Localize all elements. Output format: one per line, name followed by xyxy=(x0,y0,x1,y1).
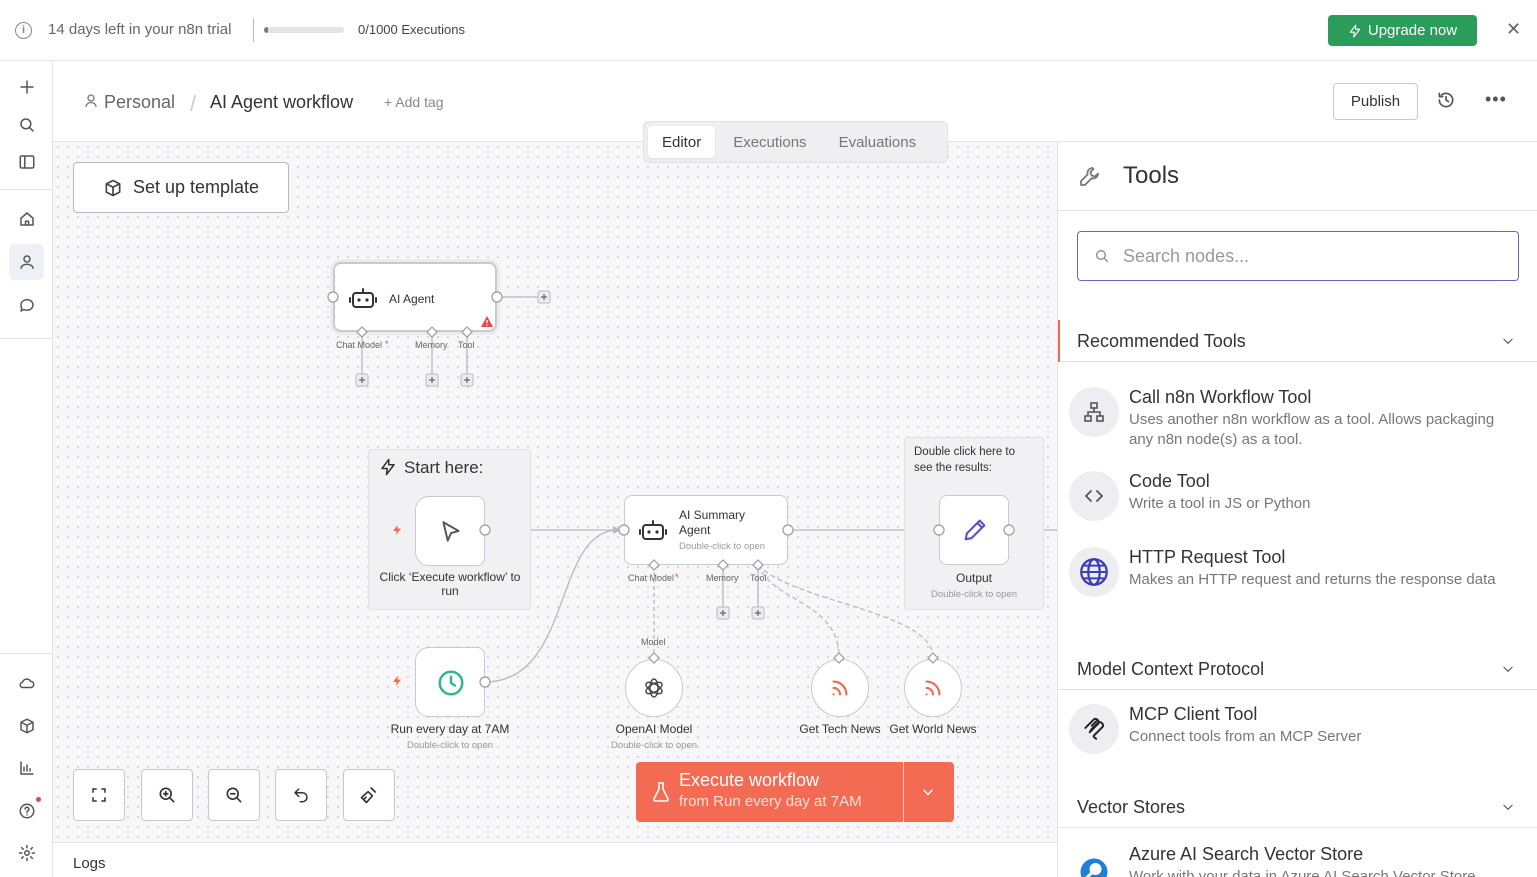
section-vector-stores[interactable]: Vector Stores xyxy=(1058,786,1537,828)
sidebar xyxy=(0,61,53,877)
workflow-name[interactable]: AI Agent workflow xyxy=(210,92,353,113)
upgrade-button[interactable]: Upgrade now xyxy=(1328,15,1477,46)
executions-progress-bar xyxy=(264,27,344,33)
tool-description: Uses another n8n workflow as a tool. All… xyxy=(1129,411,1495,448)
execute-sublabel: from Run every day at 7AM xyxy=(679,793,862,810)
tool-name: HTTP Request Tool xyxy=(1129,547,1286,567)
add-tag-link[interactable]: + Add tag xyxy=(384,94,444,110)
tool-description: Connect tools from an MCP Server xyxy=(1129,728,1362,745)
handles-layer xyxy=(327,290,1015,688)
person-icon xyxy=(85,94,97,108)
section-label: Recommended Tools xyxy=(1077,331,1246,351)
user-icon[interactable] xyxy=(9,244,44,280)
search-icon xyxy=(1096,250,1108,262)
tool-description: Work with your data in Azure AI Search V… xyxy=(1129,868,1476,877)
box-icon[interactable] xyxy=(14,713,40,739)
upgrade-label: Upgrade now xyxy=(1367,22,1458,39)
fit-view-button[interactable] xyxy=(73,769,125,821)
tool-item-mcp-client[interactable]: MCP Client Tool Connect tools from an MC… xyxy=(1058,704,1537,754)
search-icon[interactable] xyxy=(14,112,40,138)
panel-title: Tools xyxy=(1123,162,1180,189)
zoom-in-icon xyxy=(159,787,175,803)
gear-icon[interactable] xyxy=(14,840,40,866)
panel-header: Tools xyxy=(1058,142,1537,211)
banner-divider xyxy=(253,18,254,42)
wrench-icon xyxy=(1080,167,1099,186)
breadcrumb-project[interactable]: Personal xyxy=(104,92,175,113)
chat-icon[interactable] xyxy=(14,292,40,318)
trial-text: 14 days left in your n8n trial xyxy=(48,21,232,38)
undo-icon xyxy=(294,788,308,803)
help-icon[interactable] xyxy=(14,798,40,824)
zoom-out-icon xyxy=(226,787,242,803)
view-tabs: Editor Executions Evaluations xyxy=(643,121,948,163)
execute-divider xyxy=(903,762,904,822)
section-recommended-tools[interactable]: Recommended Tools xyxy=(1058,320,1537,362)
sidebar-divider xyxy=(0,189,53,190)
more-options-icon[interactable]: ••• xyxy=(1485,89,1507,110)
execute-label: Execute workflow xyxy=(679,770,820,790)
history-icon[interactable] xyxy=(1436,90,1456,110)
globe-icon xyxy=(1069,547,1119,597)
section-model-context-protocol[interactable]: Model Context Protocol xyxy=(1058,648,1537,690)
search-nodes-input[interactable] xyxy=(1123,242,1503,270)
logs-label: Logs xyxy=(73,855,106,872)
sitemap-icon xyxy=(1069,387,1119,437)
section-label: Vector Stores xyxy=(1077,797,1186,817)
tool-item-azure-search[interactable]: Azure AI Search Vector Store Work with y… xyxy=(1058,844,1537,877)
notification-dot xyxy=(36,797,41,802)
workflow-canvas[interactable]: Set up template AI Agent Chat Model * Me… xyxy=(53,142,1057,842)
cloud-icon[interactable] xyxy=(14,670,40,696)
undo-button[interactable] xyxy=(275,769,327,821)
section-label: Model Context Protocol xyxy=(1077,659,1265,679)
logs-panel-toggle[interactable]: Logs xyxy=(53,842,1057,877)
flask-icon xyxy=(653,782,669,802)
zoom-out-button[interactable] xyxy=(208,769,260,821)
chart-icon[interactable] xyxy=(14,755,40,781)
panel-icon[interactable] xyxy=(14,149,40,175)
tab-editor[interactable]: Editor xyxy=(648,126,716,158)
tidy-up-button[interactable] xyxy=(343,769,395,821)
node-creator-panel: Tools Recommended Tools Call n8n Workflo… xyxy=(1057,142,1537,877)
tool-name: MCP Client Tool xyxy=(1129,704,1258,724)
tool-name: Code Tool xyxy=(1129,471,1210,491)
tool-name: Call n8n Workflow Tool xyxy=(1129,387,1312,407)
publish-button[interactable]: Publish xyxy=(1333,83,1418,120)
breadcrumb-separator: / xyxy=(190,91,197,116)
tab-evaluations[interactable]: Evaluations xyxy=(825,126,931,158)
sidebar-divider xyxy=(0,653,53,654)
close-banner-icon[interactable]: ✕ xyxy=(1506,19,1521,40)
chevron-down-icon[interactable] xyxy=(921,785,935,799)
chevron-down-icon xyxy=(1503,338,1513,345)
tool-description: Write a tool in JS or Python xyxy=(1129,495,1311,512)
zoom-in-button[interactable] xyxy=(141,769,193,821)
tool-description: Makes an HTTP request and returns the re… xyxy=(1129,571,1496,588)
bolt-icon xyxy=(1349,24,1361,37)
broom-icon xyxy=(360,786,377,804)
executions-count: 0/1000 Executions xyxy=(358,22,465,37)
info-icon: i xyxy=(15,22,32,39)
tool-item-call-workflow[interactable]: Call n8n Workflow Tool Uses another n8n … xyxy=(1058,387,1537,457)
tab-executions[interactable]: Executions xyxy=(719,126,820,158)
chevron-down-icon xyxy=(1503,804,1513,811)
fullscreen-icon xyxy=(92,788,106,802)
trial-banner: i 14 days left in your n8n trial 0/1000 … xyxy=(0,0,1537,61)
tool-item-http-request[interactable]: HTTP Request Tool Makes an HTTP request … xyxy=(1058,547,1537,617)
execute-workflow-button[interactable]: Execute workflow from Run every day at 7… xyxy=(636,762,954,822)
chevron-down-icon xyxy=(1503,666,1513,673)
tool-item-code[interactable]: Code Tool Write a tool in JS or Python xyxy=(1058,471,1537,521)
mcp-icon xyxy=(1069,704,1119,754)
code-icon xyxy=(1069,471,1119,521)
sidebar-divider xyxy=(0,338,53,339)
home-icon[interactable] xyxy=(14,206,40,232)
search-nodes-field[interactable] xyxy=(1077,231,1519,281)
azure-search-icon xyxy=(1069,844,1119,877)
executions-progress-fill xyxy=(264,27,268,33)
tool-name: Azure AI Search Vector Store xyxy=(1129,844,1364,864)
plus-icon[interactable] xyxy=(14,74,40,100)
